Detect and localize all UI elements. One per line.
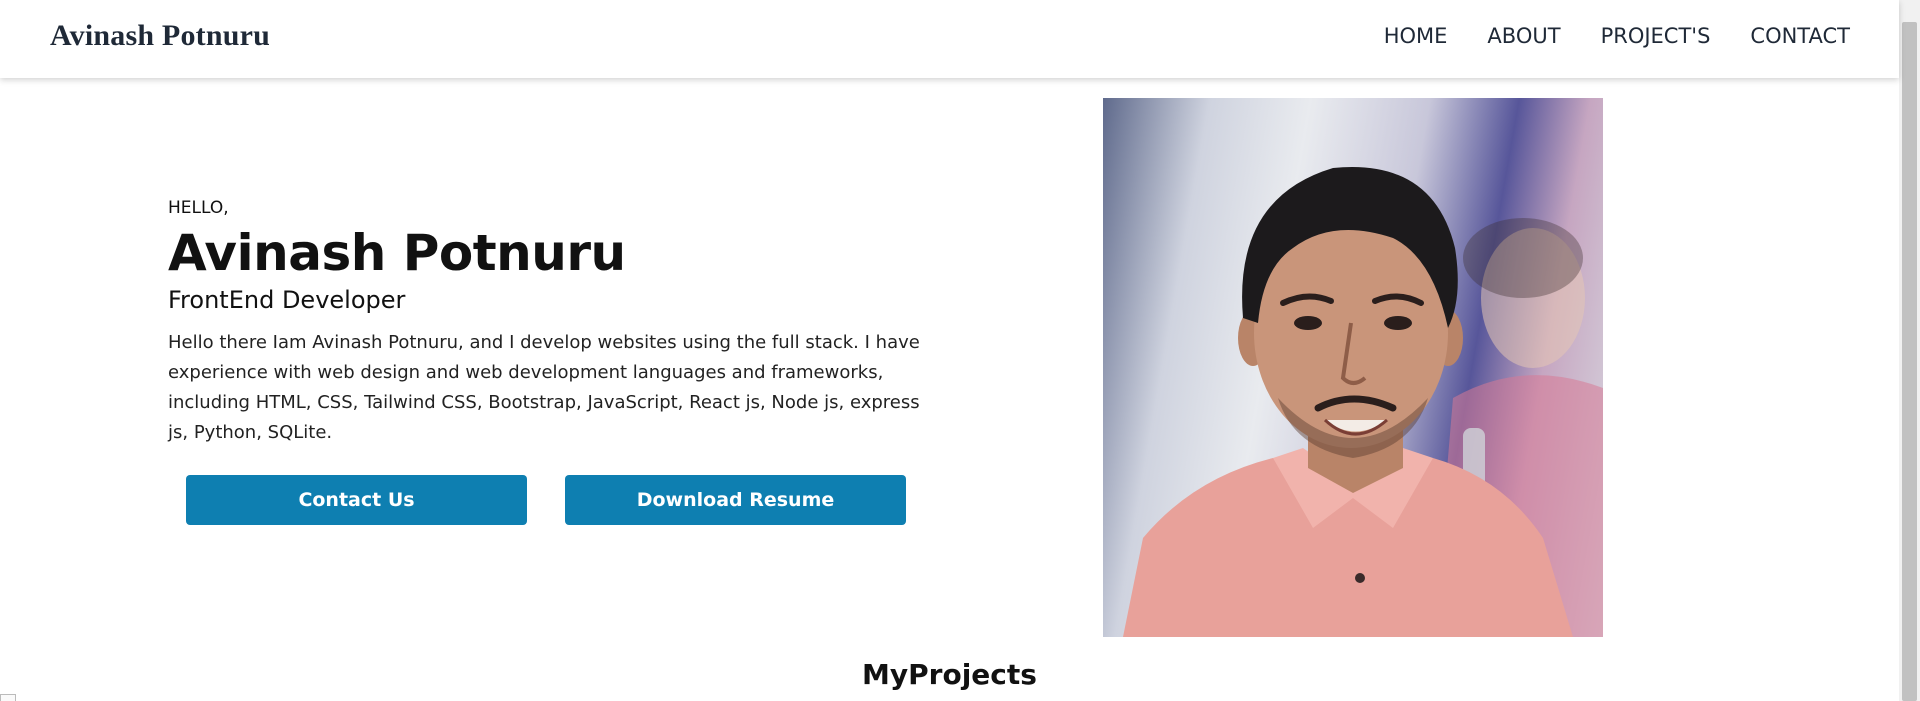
brand-logo[interactable]: Avinash Potnuru — [50, 19, 270, 53]
nav-link-contact[interactable]: CONTACT — [1750, 24, 1850, 48]
nav-link-projects[interactable]: PROJECT'S — [1601, 24, 1711, 48]
download-resume-button[interactable]: Download Resume — [565, 475, 906, 525]
nav-link-home[interactable]: HOME — [1384, 24, 1448, 48]
scrollbar-thumb[interactable] — [1902, 22, 1917, 701]
navbar: Avinash Potnuru HOME ABOUT PROJECT'S CON… — [0, 0, 1899, 78]
nav-link-about[interactable]: ABOUT — [1487, 24, 1560, 48]
contact-us-button[interactable]: Contact Us — [186, 475, 527, 525]
profile-photo — [1103, 98, 1603, 637]
hero-greeting: HELLO, — [168, 198, 229, 218]
projects-section-title: MyProjects — [862, 658, 1037, 691]
nav-menu: HOME ABOUT PROJECT'S CONTACT — [1384, 24, 1850, 48]
hero-name: Avinash Potnuru — [168, 224, 626, 282]
broken-image-icon — [0, 694, 16, 701]
hero-description: Hello there Iam Avinash Potnuru, and I d… — [168, 332, 920, 443]
profile-photo-illustration — [1123, 167, 1603, 637]
vertical-scrollbar[interactable] — [1899, 0, 1920, 701]
hero-role: FrontEnd Developer — [168, 286, 406, 314]
hero-intro: HELLO, Avinash Potnuru FrontEnd Develope… — [168, 198, 928, 448]
